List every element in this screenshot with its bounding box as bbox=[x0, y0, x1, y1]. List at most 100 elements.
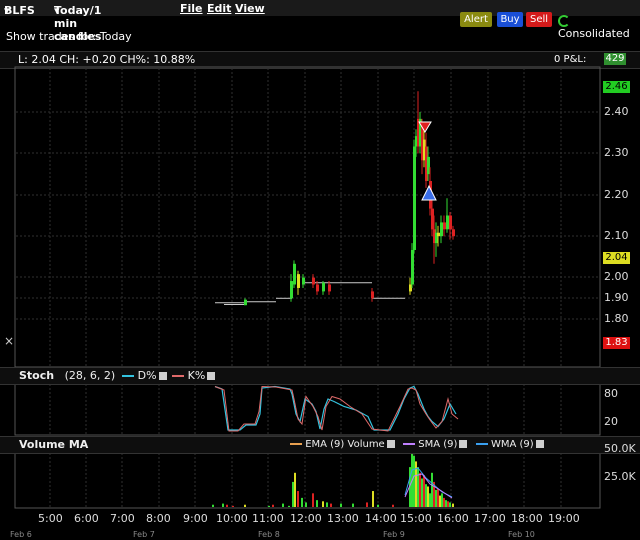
candle bbox=[443, 222, 446, 230]
y-tick: 2.00 bbox=[604, 270, 629, 283]
d-line-swatch bbox=[122, 375, 135, 377]
volume-title: Volume MA bbox=[19, 438, 89, 451]
date-tick: Feb 8 bbox=[258, 530, 280, 539]
x-tick: 10:00 bbox=[216, 512, 248, 525]
volume-bar bbox=[377, 504, 379, 507]
volume-bar bbox=[232, 505, 234, 507]
volume-bar bbox=[352, 503, 354, 507]
volume-bar bbox=[421, 478, 423, 507]
k-label: K% bbox=[187, 369, 206, 382]
d-label: D% bbox=[137, 369, 157, 382]
volume-bar bbox=[437, 488, 439, 507]
volume-bar bbox=[427, 486, 429, 507]
x-tick: 7:00 bbox=[110, 512, 135, 525]
volume-bar bbox=[431, 472, 433, 507]
candle bbox=[446, 215, 449, 230]
y-tick: 1.90 bbox=[604, 291, 629, 304]
wma-label: WMA (9) bbox=[490, 439, 534, 450]
candle bbox=[413, 146, 416, 250]
candle bbox=[312, 277, 315, 285]
stoch-d-line bbox=[214, 385, 457, 431]
x-tick: 11:00 bbox=[252, 512, 284, 525]
volume-bar bbox=[330, 503, 332, 507]
last-low-badge: 1.83 bbox=[603, 337, 630, 349]
volume-bar bbox=[305, 502, 307, 507]
volume-legend: EMA (9) Volume SMA (9) WMA (9) bbox=[290, 439, 546, 450]
volume-bar bbox=[366, 502, 368, 507]
k-line-swatch bbox=[172, 375, 185, 377]
sma-label: SMA (9) bbox=[418, 439, 458, 450]
volume-bar bbox=[425, 484, 427, 507]
volume-bar bbox=[222, 503, 224, 507]
candle bbox=[328, 284, 331, 292]
x-tick: 18:00 bbox=[511, 512, 543, 525]
volume-y-tick: 25.0K bbox=[604, 470, 636, 483]
candle bbox=[411, 250, 414, 285]
volume-y-tick: 50.0K bbox=[604, 442, 636, 455]
volume-bar bbox=[272, 504, 274, 507]
chart-canvas bbox=[14, 66, 601, 509]
x-tick: 13:00 bbox=[327, 512, 359, 525]
y-tick: 2.40 bbox=[604, 105, 629, 118]
x-tick: 14:00 bbox=[365, 512, 397, 525]
date-tick: Feb 7 bbox=[133, 530, 155, 539]
y-tick: 2.10 bbox=[604, 229, 629, 242]
candle bbox=[440, 222, 443, 237]
ema-label: EMA (9) bbox=[305, 439, 345, 450]
stoch-k-line bbox=[214, 385, 459, 432]
y-tick: 1.80 bbox=[604, 312, 629, 325]
volume-label: Volume bbox=[347, 439, 385, 450]
volume-bar bbox=[447, 501, 449, 507]
stoch-params: (28, 6, 2) bbox=[64, 369, 116, 382]
d-checkbox[interactable] bbox=[158, 372, 167, 380]
volume-bar bbox=[288, 505, 290, 507]
volume-bar bbox=[439, 495, 441, 507]
x-tick: 5:00 bbox=[38, 512, 63, 525]
stoch-title: Stoch bbox=[19, 369, 55, 382]
stoch-legend: Stoch (28, 6, 2) D% K% bbox=[19, 369, 217, 382]
ema-swatch bbox=[290, 443, 302, 445]
candle bbox=[244, 299, 247, 306]
volume-bar bbox=[294, 472, 296, 507]
volume-bar bbox=[316, 500, 318, 507]
volume-bar bbox=[292, 481, 294, 507]
x-tick: 16:00 bbox=[437, 512, 469, 525]
volume-checkbox[interactable] bbox=[386, 440, 395, 448]
volume-bar bbox=[297, 491, 299, 507]
date-tick: Feb 9 bbox=[383, 530, 405, 539]
candle bbox=[322, 282, 325, 292]
volume-bar bbox=[417, 467, 419, 507]
x-tick: 12:00 bbox=[290, 512, 322, 525]
buy-marker-icon bbox=[421, 184, 437, 201]
date-tick: Feb 10 bbox=[508, 530, 535, 539]
candle bbox=[437, 232, 440, 237]
y-tick: 2.20 bbox=[604, 188, 629, 201]
last-high-badge: 2.46 bbox=[603, 81, 630, 93]
candle bbox=[302, 277, 305, 285]
volume-bar bbox=[312, 493, 314, 507]
volume-bar bbox=[212, 504, 214, 507]
volume-bar bbox=[392, 504, 394, 507]
wma-checkbox[interactable] bbox=[535, 440, 544, 448]
candle bbox=[371, 291, 374, 299]
candle bbox=[449, 215, 452, 230]
volume-bar bbox=[452, 503, 454, 507]
wma-swatch bbox=[475, 443, 488, 445]
volume-bar bbox=[340, 503, 342, 507]
x-tick: 17:00 bbox=[474, 512, 506, 525]
volume-bar bbox=[322, 501, 324, 507]
x-tick: 9:00 bbox=[183, 512, 208, 525]
x-tick: 15:00 bbox=[400, 512, 432, 525]
volume-bar bbox=[282, 503, 284, 507]
stoch-y-tick: 20 bbox=[604, 415, 618, 428]
volume-bar bbox=[226, 504, 228, 507]
candle bbox=[297, 274, 300, 288]
volume-bar bbox=[443, 497, 445, 507]
candle bbox=[452, 229, 455, 237]
sma-checkbox[interactable] bbox=[459, 440, 468, 448]
sma-swatch bbox=[403, 443, 416, 445]
candle bbox=[290, 281, 293, 299]
candle bbox=[316, 284, 319, 292]
last-price-badge: 2.04 bbox=[603, 252, 630, 264]
k-checkbox[interactable] bbox=[207, 372, 216, 380]
